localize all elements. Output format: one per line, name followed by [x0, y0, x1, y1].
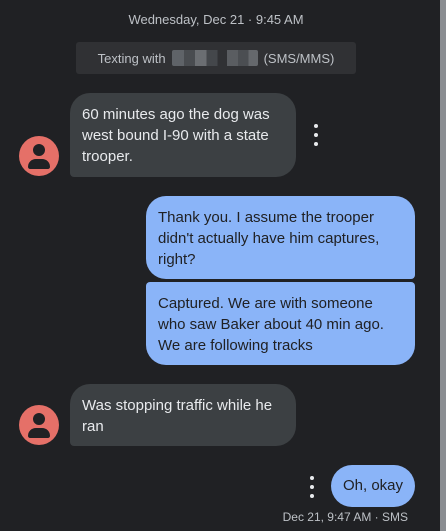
message-bubble-outgoing[interactable]: Thank you. I assume the trooper didn't a… — [146, 196, 415, 279]
contact-avatar-icon[interactable] — [19, 136, 59, 176]
texting-with-banner: Texting with (SMS/MMS) — [76, 42, 356, 74]
contact-avatar-icon[interactable] — [19, 405, 59, 445]
banner-suffix: (SMS/MMS) — [263, 50, 335, 66]
message-bubble-incoming[interactable]: 60 minutes ago the dog was west bound I-… — [70, 93, 296, 177]
message-text: Thank you. I assume the trooper didn't a… — [158, 209, 380, 268]
more-vert-icon[interactable] — [309, 124, 323, 146]
message-text: Was stopping traffic while he ran — [82, 397, 273, 435]
window-edge — [440, 0, 446, 531]
message-timestamp-status: Dec 21, 9:47 AM · SMS — [282, 510, 408, 524]
message-text: 60 minutes ago the dog was west bound I-… — [82, 106, 270, 165]
more-vert-icon[interactable] — [305, 476, 319, 498]
message-text: Oh, okay — [342, 477, 404, 494]
message-text: Captured. We are with someone who saw Ba… — [158, 295, 384, 354]
banner-prefix: Texting with — [97, 50, 166, 66]
message-bubble-incoming[interactable]: Was stopping traffic while he ran — [70, 384, 296, 446]
message-bubble-outgoing[interactable]: Captured. We are with someone who saw Ba… — [146, 282, 415, 365]
conversation-date-header: Wednesday, Dec 21 · 9:45 AM — [128, 12, 304, 27]
redacted-contact-name — [171, 50, 258, 66]
message-bubble-outgoing[interactable]: Oh, okay — [331, 465, 415, 507]
